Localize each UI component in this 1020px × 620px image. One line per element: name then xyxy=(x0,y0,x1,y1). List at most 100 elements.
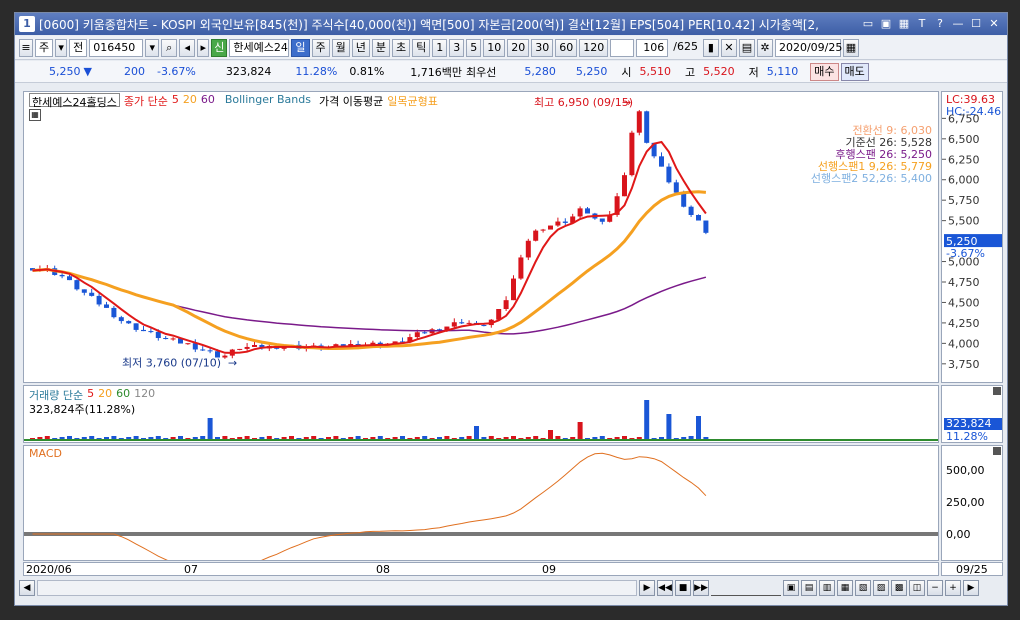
quote-bar: 5,250 ▼ 200 -3.67% 323,824 11.28% 0.81% … xyxy=(15,61,1007,83)
candle xyxy=(126,321,132,324)
price-tick-label: 4,250 xyxy=(948,317,980,330)
tool-icon[interactable]: ▩ xyxy=(891,580,907,596)
collapse-icon[interactable] xyxy=(993,447,1001,455)
legend-macd[interactable]: MACD xyxy=(29,447,62,460)
tab-minute[interactable]: 분 xyxy=(371,38,390,57)
tool-icon[interactable]: ▥ xyxy=(819,580,835,596)
tool-icon[interactable]: ◫ xyxy=(909,580,925,596)
count-input[interactable]: 106 xyxy=(636,38,669,57)
buy-button[interactable]: 매수 xyxy=(810,62,839,81)
candle xyxy=(67,276,72,281)
minimize-icon[interactable]: — xyxy=(951,17,965,31)
low-label: 저 xyxy=(748,65,759,79)
tab-day[interactable]: 일 xyxy=(291,38,310,57)
price-tick-label: 4,750 xyxy=(948,276,980,289)
price-tick-label: 6,500 xyxy=(948,133,980,146)
legend-stock-name[interactable]: 한세예스24홀딩스 xyxy=(29,93,120,109)
interval-20[interactable]: 20 xyxy=(507,38,530,57)
legend-ma[interactable]: 종가 단순 xyxy=(124,93,168,108)
x-label: 2020/06 xyxy=(26,563,72,576)
fast-forward-icon[interactable]: ▶▶ xyxy=(693,580,709,596)
candle xyxy=(540,229,546,231)
help-icon[interactable]: ? xyxy=(933,17,947,31)
candle xyxy=(252,345,257,347)
interval-custom[interactable] xyxy=(610,38,635,57)
interval-120[interactable]: 120 xyxy=(579,38,609,57)
candle xyxy=(659,156,664,167)
legend-bb[interactable]: Bollinger Bands xyxy=(225,93,311,107)
tool-icon[interactable]: ▣ xyxy=(783,580,799,596)
candle xyxy=(170,338,176,340)
candle xyxy=(141,329,146,332)
code-input[interactable]: 016450 xyxy=(89,38,144,57)
interval-10[interactable]: 10 xyxy=(483,38,506,57)
period-select[interactable]: 주 xyxy=(35,38,54,57)
scroll-left-icon[interactable]: ◀ xyxy=(19,580,35,596)
candle xyxy=(111,307,117,318)
sell-button[interactable]: 매도 xyxy=(840,62,869,81)
candle xyxy=(155,331,161,339)
candle xyxy=(451,322,457,327)
tab-second[interactable]: 초 xyxy=(392,38,411,57)
close-icon[interactable]: ✕ xyxy=(987,17,1001,31)
candle xyxy=(207,350,213,352)
candle xyxy=(555,221,561,226)
zoom-slider[interactable] xyxy=(711,580,781,596)
disk-icon[interactable]: ▤ xyxy=(738,38,755,57)
tool-icon[interactable]: ▧ xyxy=(855,580,871,596)
legend-price-ma[interactable]: 가격 이동평균 xyxy=(319,93,383,108)
speaker-icon[interactable]: ◂ xyxy=(179,38,196,57)
dropdown-icon[interactable]: ▾ xyxy=(145,38,160,57)
price-tick-label: 6,750 xyxy=(948,112,980,125)
macd-plot[interactable] xyxy=(23,445,939,578)
candle xyxy=(96,295,102,305)
collapse-icon[interactable] xyxy=(993,387,1001,395)
interval-30[interactable]: 30 xyxy=(531,38,554,57)
tool-icon[interactable]: ▨ xyxy=(873,580,889,596)
menu-icon[interactable]: ≡ xyxy=(19,38,33,57)
gear-icon[interactable]: ✲ xyxy=(756,38,773,57)
interval-1[interactable]: 1 xyxy=(432,38,448,57)
rewind-icon[interactable]: ◀◀ xyxy=(657,580,673,596)
candle xyxy=(74,280,80,290)
maximize-icon[interactable]: ☐ xyxy=(969,17,983,31)
macd-tick: 0,00 xyxy=(946,528,971,541)
price-plot[interactable]: 최고 6,950 (09/15) → 최저 3,760 (07/10) → 전환선 9:… xyxy=(23,91,939,383)
scroll-right-icon[interactable]: ▶ xyxy=(963,580,979,596)
tab-month[interactable]: 월 xyxy=(331,38,350,57)
best-ask: 5,280 xyxy=(524,65,556,78)
date-input[interactable]: 2020/09/25 xyxy=(774,38,842,57)
tool-icon[interactable]: ▤ xyxy=(801,580,817,596)
zoom-in-icon[interactable]: + xyxy=(945,580,961,596)
volume-bar xyxy=(548,430,553,440)
text-icon[interactable]: T xyxy=(915,17,929,31)
type-select[interactable]: 전 xyxy=(69,38,88,57)
tab-tick[interactable]: 틱 xyxy=(412,38,431,57)
interval-5[interactable]: 5 xyxy=(466,38,482,57)
scroll-track[interactable] xyxy=(37,580,637,596)
tab-week[interactable]: 주 xyxy=(311,38,330,57)
save-icon[interactable]: ▦ xyxy=(897,17,911,31)
search-icon[interactable]: ⌕ xyxy=(161,38,178,57)
interval-3[interactable]: 3 xyxy=(449,38,465,57)
candle xyxy=(622,175,627,197)
tool-icon[interactable]: ▦ xyxy=(837,580,853,596)
calendar-icon[interactable]: ▦ xyxy=(842,38,859,57)
legend-ichimoku[interactable]: 일목균형표 xyxy=(387,93,438,108)
interval-60[interactable]: 60 xyxy=(555,38,578,57)
chevron-down-icon[interactable]: ▾ xyxy=(55,38,68,57)
layout-icon[interactable]: ▭ xyxy=(861,17,875,31)
indicator-icon[interactable]: ▮ xyxy=(702,38,719,57)
play-icon[interactable]: ▶ xyxy=(639,580,655,596)
volume-plot[interactable] xyxy=(23,385,939,443)
candles xyxy=(30,109,709,359)
grid-icon[interactable]: ▦ xyxy=(29,109,41,121)
arrow-icon[interactable]: ▸ xyxy=(197,38,210,57)
tab-year[interactable]: 년 xyxy=(351,38,370,57)
candle xyxy=(503,300,509,309)
link-icon[interactable]: ▣ xyxy=(879,17,893,31)
stop-icon[interactable]: ■ xyxy=(675,580,691,596)
compare-icon[interactable]: ✕ xyxy=(720,38,737,57)
zoom-out-icon[interactable]: − xyxy=(927,580,943,596)
candle xyxy=(118,317,124,322)
